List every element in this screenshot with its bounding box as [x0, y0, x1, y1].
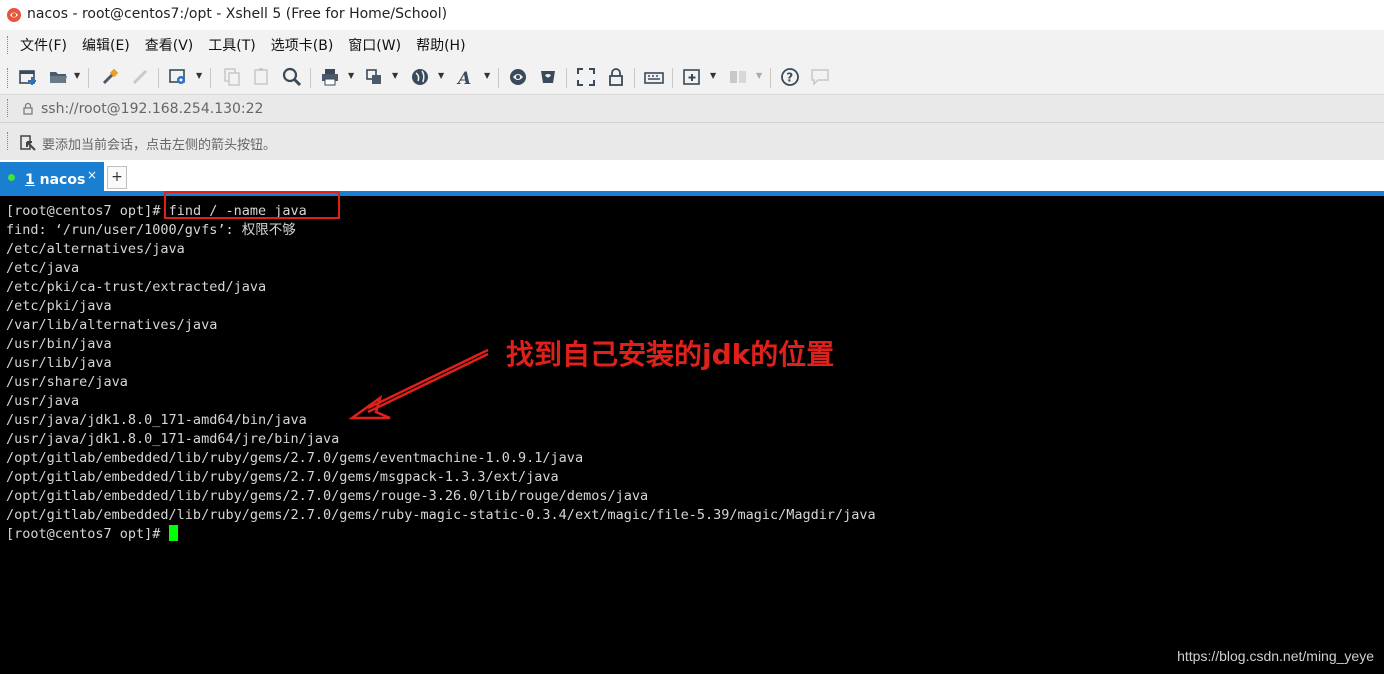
toolbar-grip	[7, 68, 11, 88]
find-icon[interactable]	[282, 67, 302, 87]
output-line: /usr/java/jdk1.8.0_171-amd64/jre/bin/jav…	[6, 431, 340, 447]
watermark: https://blog.csdn.net/ming_yeye	[1177, 648, 1374, 664]
toolbar-separator	[310, 68, 311, 88]
add-pane-dropdown-icon[interactable]: ▼	[710, 71, 716, 80]
prompt: [root@centos7 opt]	[6, 203, 153, 219]
chat-icon	[810, 67, 830, 87]
menu-grip	[7, 36, 11, 54]
svg-text:A: A	[456, 69, 471, 87]
new-tab-button[interactable]: +	[107, 166, 127, 189]
font-dropdown-icon[interactable]: ▼	[484, 71, 490, 80]
toolbar-separator	[566, 68, 567, 88]
tab-nacos[interactable]: 1 nacos ×	[0, 162, 104, 191]
command-line: [root@centos7 opt]# find / -name java	[6, 202, 876, 221]
layout-icon	[728, 67, 748, 87]
toolbar: ▼ ▼ ▼ ▼ ▼ A ▼ ▼ ▼ ?	[0, 60, 1384, 94]
output-line: /opt/gitlab/embedded/lib/ruby/gems/2.7.0…	[6, 469, 559, 485]
new-session-icon[interactable]	[18, 67, 38, 87]
toolbar-separator	[158, 68, 159, 88]
annotation-text: 找到自己安装的jdk的位置	[506, 338, 835, 371]
menu-help[interactable]: 帮助(H)	[416, 35, 465, 55]
fullscreen-icon[interactable]	[576, 67, 596, 87]
svg-text:?: ?	[786, 71, 793, 85]
close-tab-icon[interactable]: ×	[87, 168, 97, 182]
connected-status-icon	[8, 174, 15, 181]
print-icon[interactable]	[320, 67, 340, 87]
toolbar-separator	[88, 68, 89, 88]
output-line: /opt/gitlab/embedded/lib/ruby/gems/2.7.0…	[6, 450, 584, 466]
add-pane-icon[interactable]	[682, 67, 702, 87]
tab-label: 1 nacos	[25, 172, 85, 188]
final-prompt-line: [root@centos7 opt]#	[6, 525, 876, 544]
copy-icon	[222, 67, 242, 87]
lock-icon[interactable]	[606, 67, 626, 87]
print-dropdown-icon[interactable]: ▼	[348, 71, 354, 80]
tab-name: nacos	[39, 172, 86, 188]
output-line: /etc/pki/java	[6, 298, 112, 314]
open-folder-icon[interactable]	[48, 67, 68, 87]
help-icon[interactable]: ?	[780, 67, 800, 87]
open-dropdown-icon[interactable]: ▼	[74, 71, 80, 80]
font-icon[interactable]: A	[456, 67, 476, 87]
address-field[interactable]: ssh://root@192.168.254.130:22	[41, 101, 263, 117]
hint-grip	[7, 132, 11, 150]
output-line: /opt/gitlab/embedded/lib/ruby/gems/2.7.0…	[6, 507, 876, 523]
menu-tabs[interactable]: 选项卡(B)	[271, 35, 334, 55]
lock-small-icon	[23, 102, 33, 115]
toolbar-separator	[672, 68, 673, 88]
output-line: find: ‘/run/user/1000/gvfs’: 权限不够	[6, 222, 296, 238]
output-line: /etc/java	[6, 260, 80, 276]
toolbar-separator	[210, 68, 211, 88]
xftp-icon[interactable]	[538, 67, 558, 87]
properties-dropdown-icon[interactable]: ▼	[196, 71, 202, 80]
output-line: /etc/pki/ca-trust/extracted/java	[6, 279, 267, 295]
xshell-icon[interactable]	[508, 67, 528, 87]
disconnect-icon	[130, 67, 150, 87]
menu-edit[interactable]: 编辑(E)	[82, 35, 130, 55]
address-grip	[7, 99, 11, 117]
menu-tools[interactable]: 工具(T)	[208, 35, 255, 55]
session-hint-text: 要添加当前会话，点击左侧的箭头按钮。	[42, 138, 277, 153]
output-line: /opt/gitlab/embedded/lib/ruby/gems/2.7.0…	[6, 488, 649, 504]
globe-icon[interactable]	[410, 67, 430, 87]
properties-icon[interactable]	[168, 67, 188, 87]
menu-window[interactable]: 窗口(W)	[348, 35, 401, 55]
tab-bar: 1 nacos × +	[0, 160, 1384, 191]
terminal[interactable]: [root@centos7 opt]# find / -name java fi…	[0, 196, 1384, 674]
toolbar-separator	[498, 68, 499, 88]
title-bar: nacos - root@centos7:/opt - Xshell 5 (Fr…	[0, 0, 1384, 30]
window-title: nacos - root@centos7:/opt - Xshell 5 (Fr…	[27, 6, 448, 22]
tab-index: 1	[25, 172, 35, 188]
final-prompt: [root@centos7 opt]#	[6, 526, 161, 542]
session-hint-bar: 要添加当前会话，点击左侧的箭头按钮。	[0, 122, 1384, 161]
add-session-arrow-icon[interactable]	[20, 135, 38, 153]
toolbar-separator	[634, 68, 635, 88]
output-line: /etc/alternatives/java	[6, 241, 185, 257]
connect-icon[interactable]	[100, 67, 120, 87]
globe-dropdown-icon[interactable]: ▼	[438, 71, 444, 80]
annotation-arrow	[348, 348, 489, 420]
menu-bar: 文件(F) 编辑(E) 查看(V) 工具(T) 选项卡(B) 窗口(W) 帮助(…	[0, 30, 1384, 60]
transfer-dropdown-icon[interactable]: ▼	[392, 71, 398, 80]
menu-view[interactable]: 查看(V)	[145, 35, 194, 55]
address-bar: ssh://root@192.168.254.130:22	[0, 94, 1384, 123]
keyboard-icon[interactable]	[644, 67, 664, 87]
toolbar-separator	[770, 68, 771, 88]
xshell-logo-icon	[7, 8, 21, 22]
transfer-icon[interactable]	[364, 67, 384, 87]
command-highlight-box	[164, 191, 340, 219]
menu-file[interactable]: 文件(F)	[20, 35, 67, 55]
paste-icon	[252, 67, 272, 87]
terminal-cursor	[168, 525, 178, 541]
layout-dropdown-icon: ▼	[756, 71, 763, 80]
